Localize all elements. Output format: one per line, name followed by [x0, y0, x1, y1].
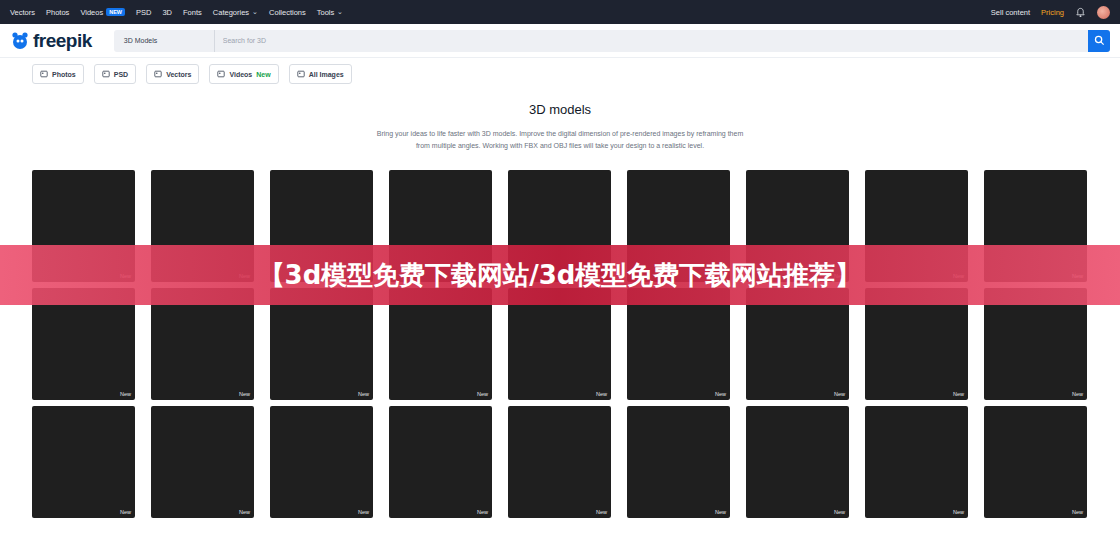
model-card[interactable]: New	[984, 406, 1087, 518]
new-label: New	[596, 391, 607, 397]
category-select[interactable]: 3D Models	[114, 30, 215, 52]
nav-item[interactable]: 3D	[162, 8, 172, 17]
freepik-logo-icon	[10, 31, 30, 51]
model-card[interactable]: New	[151, 406, 254, 518]
bell-icon[interactable]	[1075, 7, 1086, 18]
logo[interactable]: freepik	[10, 30, 92, 52]
new-label: New	[120, 391, 131, 397]
pricing-link[interactable]: Pricing	[1041, 8, 1064, 17]
filter-chip[interactable]: Photos	[32, 64, 84, 84]
media-icon	[217, 70, 225, 78]
search-bar: 3D Models	[114, 30, 1110, 52]
new-label: New	[477, 391, 488, 397]
model-card[interactable]: New	[627, 406, 730, 518]
top-bar: Vectors Photos VideosNEW PSD 3D Fonts Categori…	[0, 0, 1120, 24]
nav-item[interactable]: Photos	[46, 8, 69, 17]
new-label: New	[1072, 391, 1083, 397]
new-label: New	[715, 509, 726, 515]
caret-icon: ⌄	[337, 8, 343, 16]
media-icon	[102, 70, 110, 78]
filter-chip[interactable]: PSD	[94, 64, 136, 84]
filter-chips: Photos PSD Vectors VideosNew All Images	[0, 58, 1120, 84]
new-label: New	[834, 391, 845, 397]
new-label: New	[120, 509, 131, 515]
model-grid: New New New New New New New New New New New New New N…	[0, 152, 1120, 518]
nav-item[interactable]: Tools⌄	[317, 8, 344, 17]
nav-item[interactable]: Fonts	[183, 8, 202, 17]
sell-content-link[interactable]: Sell content	[991, 8, 1030, 17]
media-icon	[154, 70, 162, 78]
title-banner: 【3d模型免费下载网站/3d模型免费下载网站推荐】	[0, 245, 1120, 305]
search-input[interactable]	[215, 30, 1088, 52]
filter-chip[interactable]: All Images	[289, 64, 352, 84]
nav-item[interactable]: Vectors	[10, 8, 35, 17]
caret-icon: ⌄	[252, 8, 258, 16]
nav-item[interactable]: PSD	[136, 8, 151, 17]
model-card[interactable]: New	[508, 406, 611, 518]
new-badge: New	[256, 71, 270, 78]
nav-item[interactable]: Categories⌄	[213, 8, 258, 17]
new-label: New	[477, 509, 488, 515]
search-button[interactable]	[1088, 30, 1110, 52]
new-label: New	[953, 391, 964, 397]
new-label: New	[239, 509, 250, 515]
model-card[interactable]: New	[32, 406, 135, 518]
description: Bring your ideas to life faster with 3D …	[0, 128, 1120, 152]
new-label: New	[596, 509, 607, 515]
model-card[interactable]: New	[389, 406, 492, 518]
new-label: New	[358, 509, 369, 515]
new-label: New	[715, 391, 726, 397]
new-label: New	[239, 391, 250, 397]
new-label: New	[834, 509, 845, 515]
page: Vectors Photos VideosNEW PSD 3D Fonts Categori…	[0, 0, 1120, 550]
new-label: New	[953, 509, 964, 515]
media-icon	[297, 70, 305, 78]
new-label: New	[1072, 509, 1083, 515]
filter-chip[interactable]: Vectors	[146, 64, 199, 84]
nav-item[interactable]: Collections	[269, 8, 306, 17]
new-label: New	[358, 391, 369, 397]
avatar-icon[interactable]	[1097, 6, 1110, 19]
nav-item[interactable]: VideosNEW	[80, 8, 125, 17]
intro: 3D models Bring your ideas to life faster…	[0, 84, 1120, 152]
new-badge: NEW	[106, 8, 125, 16]
media-icon	[40, 70, 48, 78]
search-icon	[1094, 35, 1105, 46]
model-card[interactable]: New	[865, 406, 968, 518]
header: freepik 3D Models	[0, 24, 1120, 58]
filter-chip[interactable]: VideosNew	[209, 64, 278, 84]
model-card[interactable]: New	[746, 406, 849, 518]
model-card[interactable]: New	[270, 406, 373, 518]
page-title: 3D models	[0, 102, 1120, 117]
